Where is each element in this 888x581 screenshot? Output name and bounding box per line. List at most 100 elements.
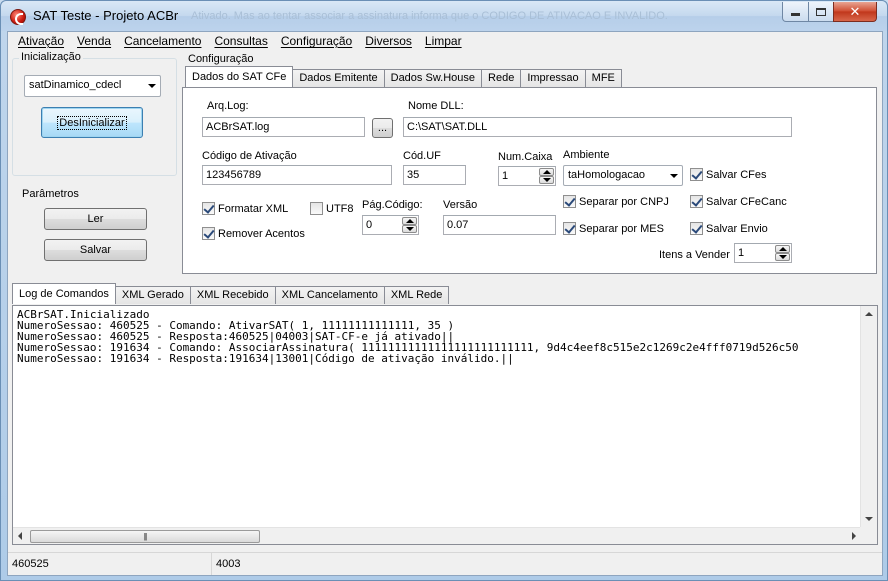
pag-codigo-spinner[interactable]: 0 (362, 215, 419, 235)
status-bar: 460525 4003 (8, 552, 882, 575)
tab-dados-emitente[interactable]: Dados Emitente (292, 69, 385, 87)
checkbox-icon (563, 222, 576, 235)
vertical-scrollbar[interactable] (860, 306, 877, 527)
separar-mes-label: Separar por MES (579, 222, 664, 235)
checkbox-icon (690, 168, 703, 181)
library-combo[interactable]: satDinamico_cdecl (24, 75, 161, 97)
client-area: Ativação Venda Cancelamento Consultas Co… (7, 31, 883, 576)
desinicializar-button[interactable]: DesInicializar (41, 107, 143, 138)
app-window: SAT Teste - Projeto ACBr Ativado. Mas ao… (0, 0, 888, 581)
utf8-checkbox[interactable]: UTF8 (310, 202, 354, 215)
remover-acentos-label: Remover Acentos (218, 227, 305, 240)
title-bar[interactable]: SAT Teste - Projeto ACBr Ativado. Mas ao… (1, 1, 887, 31)
left-panel: Inicialização satDinamico_cdecl DesInici… (9, 51, 179, 276)
tab-dados-sw-house[interactable]: Dados Sw.House (383, 69, 483, 87)
salvar-envio-checkbox[interactable]: Salvar Envio (690, 222, 768, 235)
tab-log-comandos[interactable]: Log de Comandos (12, 283, 116, 304)
menu-diversos[interactable]: Diversos (359, 32, 419, 51)
log-line: NumeroSessao: 191634 - Resposta:191634|1… (17, 352, 514, 365)
num-caixa-spin[interactable] (539, 168, 554, 184)
spin-up-icon[interactable] (402, 217, 417, 225)
tab-xml-gerado[interactable]: XML Gerado (114, 286, 191, 304)
checkbox-icon (310, 202, 323, 215)
menu-configuracao[interactable]: Configuração (275, 32, 359, 51)
salvar-button[interactable]: Salvar (44, 239, 147, 261)
cod-uf-input[interactable]: 35 (403, 165, 466, 185)
separar-cnpj-checkbox[interactable]: Separar por CNPJ (563, 195, 669, 208)
scroll-up-icon[interactable] (865, 312, 873, 316)
menu-consultas[interactable]: Consultas (208, 32, 274, 51)
remover-acentos-checkbox[interactable]: Remover Acentos (202, 227, 305, 240)
arq-log-label: Arq.Log: (207, 100, 249, 112)
tab-xml-recebido[interactable]: XML Recebido (189, 286, 276, 304)
spin-down-icon[interactable] (775, 253, 790, 261)
inicializacao-title: Inicialização (19, 51, 83, 63)
arq-log-input[interactable]: ACBrSAT.log (202, 117, 365, 137)
close-icon: ✕ (849, 3, 861, 19)
num-caixa-spinner[interactable]: 1 (498, 166, 556, 186)
checkbox-icon (563, 195, 576, 208)
tab-xml-cancelamento[interactable]: XML Cancelamento (274, 286, 385, 304)
background-window-text: Ativado. Mas ao tentar associar a assina… (191, 10, 668, 22)
minimize-button[interactable] (782, 2, 809, 22)
menu-cancelamento[interactable]: Cancelamento (118, 32, 208, 51)
nome-dll-input[interactable]: C:\SAT\SAT.DLL (403, 117, 792, 137)
spin-up-icon[interactable] (539, 168, 554, 176)
config-tabs: Dados do SAT CFe Dados Emitente Dados Sw… (185, 66, 622, 87)
itens-vender-label: Itens a Vender (659, 249, 730, 261)
horizontal-scroll-thumb[interactable]: ||| (30, 530, 260, 543)
log-area: Log de Comandos XML Gerado XML Recebido … (9, 282, 883, 548)
spin-up-icon[interactable] (775, 245, 790, 253)
ambiente-combo[interactable]: taHomologacao (563, 165, 683, 186)
ambiente-label: Ambiente (563, 149, 610, 161)
nome-dll-label: Nome DLL: (408, 100, 464, 112)
spin-down-icon[interactable] (539, 176, 554, 184)
status-code: 4003 (216, 558, 241, 570)
tab-dados-sat-cfe[interactable]: Dados do SAT CFe (185, 66, 294, 87)
codigo-ativacao-label: Código de Ativação (202, 150, 297, 162)
close-button[interactable]: ✕ (833, 2, 877, 22)
scroll-left-icon[interactable] (18, 532, 22, 540)
acbr-app-icon[interactable] (10, 9, 26, 25)
ambiente-value: taHomologacao (568, 169, 646, 181)
log-memo[interactable]: ACBrSAT.Inicializado NumeroSessao: 460525… (12, 305, 878, 545)
salvar-cfecanc-checkbox[interactable]: Salvar CFeCanc (690, 195, 787, 208)
formatar-xml-label: Formatar XML (218, 202, 289, 215)
tab-mfe[interactable]: MFE (584, 69, 622, 87)
separar-mes-checkbox[interactable]: Separar por MES (563, 222, 664, 235)
codigo-ativacao-input[interactable]: 123456789 (202, 165, 392, 185)
tab-xml-rede[interactable]: XML Rede (383, 286, 450, 304)
scroll-down-icon[interactable] (865, 517, 873, 521)
parametros-title: Parâmetros (20, 188, 81, 200)
horizontal-scrollbar[interactable]: ||| (13, 527, 861, 544)
tab-impressao[interactable]: Impressao (520, 69, 586, 87)
salvar-cfes-checkbox[interactable]: Salvar CFes (690, 168, 767, 181)
pag-codigo-spin[interactable] (402, 217, 417, 233)
spin-down-icon[interactable] (402, 225, 417, 233)
maximize-button[interactable] (808, 2, 834, 22)
itens-vender-spinner[interactable]: 1 (734, 243, 792, 263)
menu-venda[interactable]: Venda (71, 32, 118, 51)
checkbox-icon (202, 227, 215, 240)
maximize-icon (816, 7, 826, 16)
log-tabs: Log de Comandos XML Gerado XML Recebido … (12, 283, 450, 304)
menu-limpar[interactable]: Limpar (419, 32, 469, 51)
pag-codigo-value: 0 (366, 219, 373, 231)
num-caixa-value: 1 (502, 170, 509, 182)
checkbox-icon (690, 195, 703, 208)
itens-vender-value: 1 (738, 247, 745, 259)
formatar-xml-checkbox[interactable]: Formatar XML (202, 202, 288, 215)
salvar-cfes-label: Salvar CFes (706, 168, 767, 181)
status-session: 460525 (8, 553, 212, 575)
versao-input[interactable]: 0.07 (443, 215, 556, 235)
dados-sat-cfe-panel: Arq.Log: ACBrSAT.log ... Nome DLL: C:\SA… (182, 87, 877, 274)
menu-ativacao[interactable]: Ativação (12, 32, 71, 51)
scroll-right-icon[interactable] (852, 532, 856, 540)
log-text[interactable]: ACBrSAT.Inicializado NumeroSessao: 460525… (17, 309, 857, 521)
tab-rede[interactable]: Rede (481, 69, 522, 87)
ler-button[interactable]: Ler (44, 208, 147, 230)
itens-vender-spin[interactable] (775, 245, 790, 261)
num-caixa-label: Num.Caixa (498, 151, 553, 163)
browse-log-button[interactable]: ... (372, 118, 393, 138)
window-title: SAT Teste - Projeto ACBr (33, 8, 179, 23)
